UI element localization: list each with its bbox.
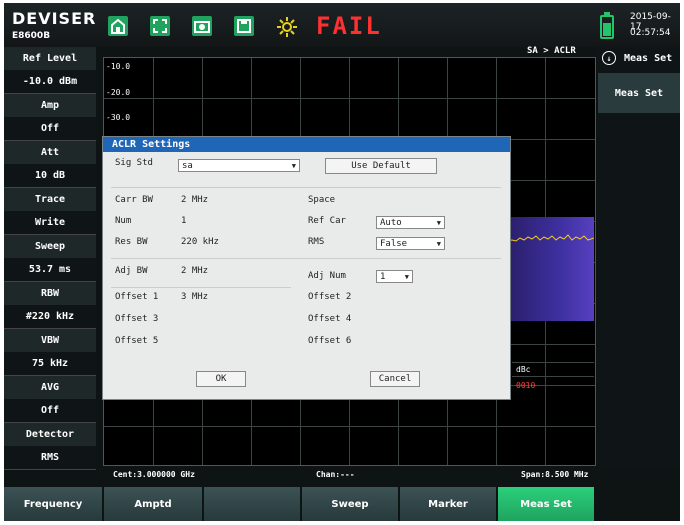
offset6-label: Offset 6 — [308, 336, 352, 346]
fail-status: FAIL — [316, 12, 382, 40]
table-header-dbc: dBc — [516, 365, 531, 374]
offset1-label: Offset 1 — [115, 292, 159, 302]
camera-icon[interactable] — [192, 16, 212, 36]
softkey-sweep[interactable]: Sweep — [302, 487, 400, 521]
softkey-amptd[interactable]: Amptd — [104, 487, 204, 521]
aclr-settings-dialog: ACLR Settings Sig Std sa ▼ Use Default C… — [102, 136, 511, 400]
rms-value: False — [380, 239, 408, 249]
sun-icon[interactable] — [276, 16, 297, 37]
right-softkey-panel: ↓ Meas Set Meas Set — [598, 47, 680, 466]
avg-label[interactable]: AVG — [4, 376, 96, 399]
home-icon[interactable] — [108, 16, 128, 36]
carr-bw-value[interactable]: 2 MHz — [181, 195, 208, 205]
sig-std-value: sa — [182, 161, 193, 171]
chevron-down-icon[interactable]: ↓ — [602, 51, 616, 65]
att-label[interactable]: Att — [4, 141, 96, 164]
ref-level-value[interactable]: -10.0 dBm — [4, 70, 96, 94]
aclr-result-table: dBc 0010 — [512, 362, 594, 452]
offset5-label: Offset 5 — [115, 336, 159, 346]
offset3-label: Offset 3 — [115, 314, 159, 324]
ref-level-label[interactable]: Ref Level — [4, 47, 96, 70]
dropdown-arrow-icon: ▼ — [291, 162, 296, 170]
save-icon[interactable] — [234, 16, 254, 36]
right-panel-header: ↓ Meas Set — [598, 47, 680, 69]
vbw-value[interactable]: 75 kHz — [4, 352, 96, 376]
y-tick-label: -10.0 — [106, 62, 131, 71]
adj-bw-value[interactable]: 2 MHz — [181, 266, 208, 276]
dropdown-arrow-icon: ▼ — [436, 240, 441, 248]
trace-label[interactable]: Trace — [4, 188, 96, 211]
ref-car-value: Auto — [380, 218, 402, 228]
y-tick-label: -20.0 — [106, 88, 131, 97]
softkey-meas-set[interactable]: Meas Set — [498, 487, 596, 521]
brand-logo: DEVISER — [12, 9, 97, 28]
breadcrumb: SA > ACLR — [527, 46, 576, 56]
trace-value[interactable]: Write — [4, 211, 96, 235]
offset4-label: Offset 4 — [308, 314, 352, 324]
softkey-marker[interactable]: Marker — [400, 487, 498, 521]
battery-icon — [600, 12, 614, 39]
amp-value[interactable]: Off — [4, 117, 96, 141]
ref-car-select[interactable]: Auto ▼ — [376, 216, 445, 229]
adj-num-label: Adj Num — [308, 271, 346, 281]
left-parameter-panel: Ref Level -10.0 dBm Amp Off Att 10 dB Tr… — [4, 47, 96, 470]
cancel-button[interactable]: Cancel — [370, 371, 420, 387]
res-bw-value[interactable]: 220 kHz — [181, 237, 219, 247]
att-value[interactable]: 10 dB — [4, 164, 96, 188]
top-bar: DEVISER E8600B FAIL 2015-09-17 02:57:54 — [4, 3, 680, 47]
carr-bw-label: Carr BW — [115, 195, 153, 205]
num-label: Num — [115, 216, 132, 226]
adj-bw-label: Adj BW — [115, 266, 148, 276]
offset1-value[interactable]: 3 MHz — [181, 292, 208, 302]
sig-std-select[interactable]: sa ▼ — [178, 159, 300, 172]
sweep-label[interactable]: Sweep — [4, 235, 96, 258]
detector-label[interactable]: Detector — [4, 423, 96, 446]
use-default-button[interactable]: Use Default — [325, 158, 437, 174]
fullscreen-icon[interactable] — [150, 16, 170, 36]
channel-label: Chan:--- — [316, 470, 355, 479]
vbw-label[interactable]: VBW — [4, 329, 96, 352]
space-label: Space — [308, 195, 336, 205]
ok-button[interactable]: OK — [196, 371, 246, 387]
table-value: 0010 — [516, 381, 536, 390]
rms-label: RMS — [308, 237, 325, 247]
right-panel-title: Meas Set — [624, 52, 673, 64]
ref-car-label: Ref Car — [308, 216, 346, 226]
offset2-label: Offset 2 — [308, 292, 352, 302]
softkey-frequency[interactable]: Frequency — [4, 487, 104, 521]
span-label: Span:8.500 MHz — [521, 470, 589, 479]
spectrum-trace — [506, 234, 594, 242]
sig-std-label: Sig Std — [115, 158, 153, 168]
sweep-value[interactable]: 53.7 ms — [4, 258, 96, 282]
num-value[interactable]: 1 — [181, 216, 186, 226]
adj-num-select[interactable]: 1 ▼ — [376, 270, 413, 283]
adj-num-value: 1 — [380, 272, 386, 282]
avg-value[interactable]: Off — [4, 399, 96, 423]
y-tick-label: -30.0 — [106, 113, 131, 122]
detector-value[interactable]: RMS — [4, 446, 96, 470]
res-bw-label: Res BW — [115, 237, 148, 247]
center-frequency: Cent:3.000000 GHz — [113, 470, 195, 479]
meas-set-button[interactable]: Meas Set — [598, 73, 680, 113]
rms-select[interactable]: False ▼ — [376, 237, 445, 250]
model-label: E8600B — [12, 31, 51, 41]
softkey-blank[interactable] — [204, 487, 302, 521]
dialog-title: ACLR Settings — [103, 137, 510, 152]
rbw-value[interactable]: #220 kHz — [4, 305, 96, 329]
amp-label[interactable]: Amp — [4, 94, 96, 117]
dropdown-arrow-icon: ▼ — [404, 273, 409, 281]
time-label: 02:57:54 — [630, 28, 671, 38]
rbw-label[interactable]: RBW — [4, 282, 96, 305]
dropdown-arrow-icon: ▼ — [436, 219, 441, 227]
